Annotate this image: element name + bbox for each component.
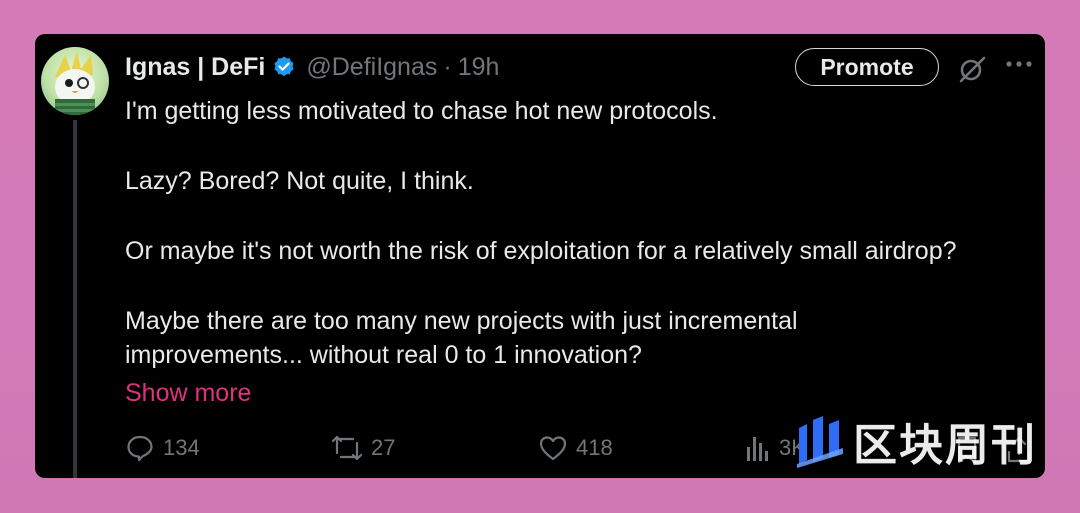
verified-badge-icon: [274, 56, 294, 77]
reply-icon: [127, 435, 153, 462]
tweet-paragraph: Maybe there are too many new projects wi…: [125, 307, 798, 369]
author-avatar[interactable]: [41, 47, 109, 115]
heart-icon: [539, 436, 567, 461]
separator: ·: [443, 52, 452, 81]
grok-icon[interactable]: [957, 54, 987, 84]
reply-count: 134: [163, 435, 200, 460]
tweet-paragraph: Or maybe it's not worth the risk of expl…: [125, 237, 957, 265]
like-count: 418: [576, 435, 613, 460]
reply-action[interactable]: 134: [125, 432, 200, 464]
watermark: 区块周刊: [795, 413, 1037, 471]
tweet-header: Ignas | DeFi @DefiIgnas · 19h: [125, 50, 499, 84]
repost-count: 27: [371, 435, 396, 460]
like-action[interactable]: 418: [538, 432, 613, 464]
repost-icon: [331, 435, 363, 461]
views-icon: [747, 437, 768, 461]
repost-action[interactable]: 27: [331, 432, 395, 464]
show-more-link[interactable]: Show more: [125, 376, 1040, 410]
promote-button[interactable]: Promote: [795, 48, 939, 86]
author-handle[interactable]: @DefiIgnas: [306, 53, 437, 82]
thread-line: [73, 120, 77, 478]
tweet-text: I'm getting less motivated to chase hot …: [125, 94, 1040, 410]
tweet-paragraph: Lazy? Bored? Not quite, I think.: [125, 167, 474, 195]
more-icon[interactable]: [1005, 58, 1033, 70]
tweet-paragraph: I'm getting less motivated to chase hot …: [125, 97, 718, 125]
author-name[interactable]: Ignas | DeFi: [125, 53, 265, 82]
tweet-time[interactable]: 19h: [458, 53, 500, 82]
avatar-image: [55, 51, 95, 115]
watermark-logo-icon: [797, 416, 843, 468]
watermark-text: 区块周刊: [853, 420, 1037, 471]
